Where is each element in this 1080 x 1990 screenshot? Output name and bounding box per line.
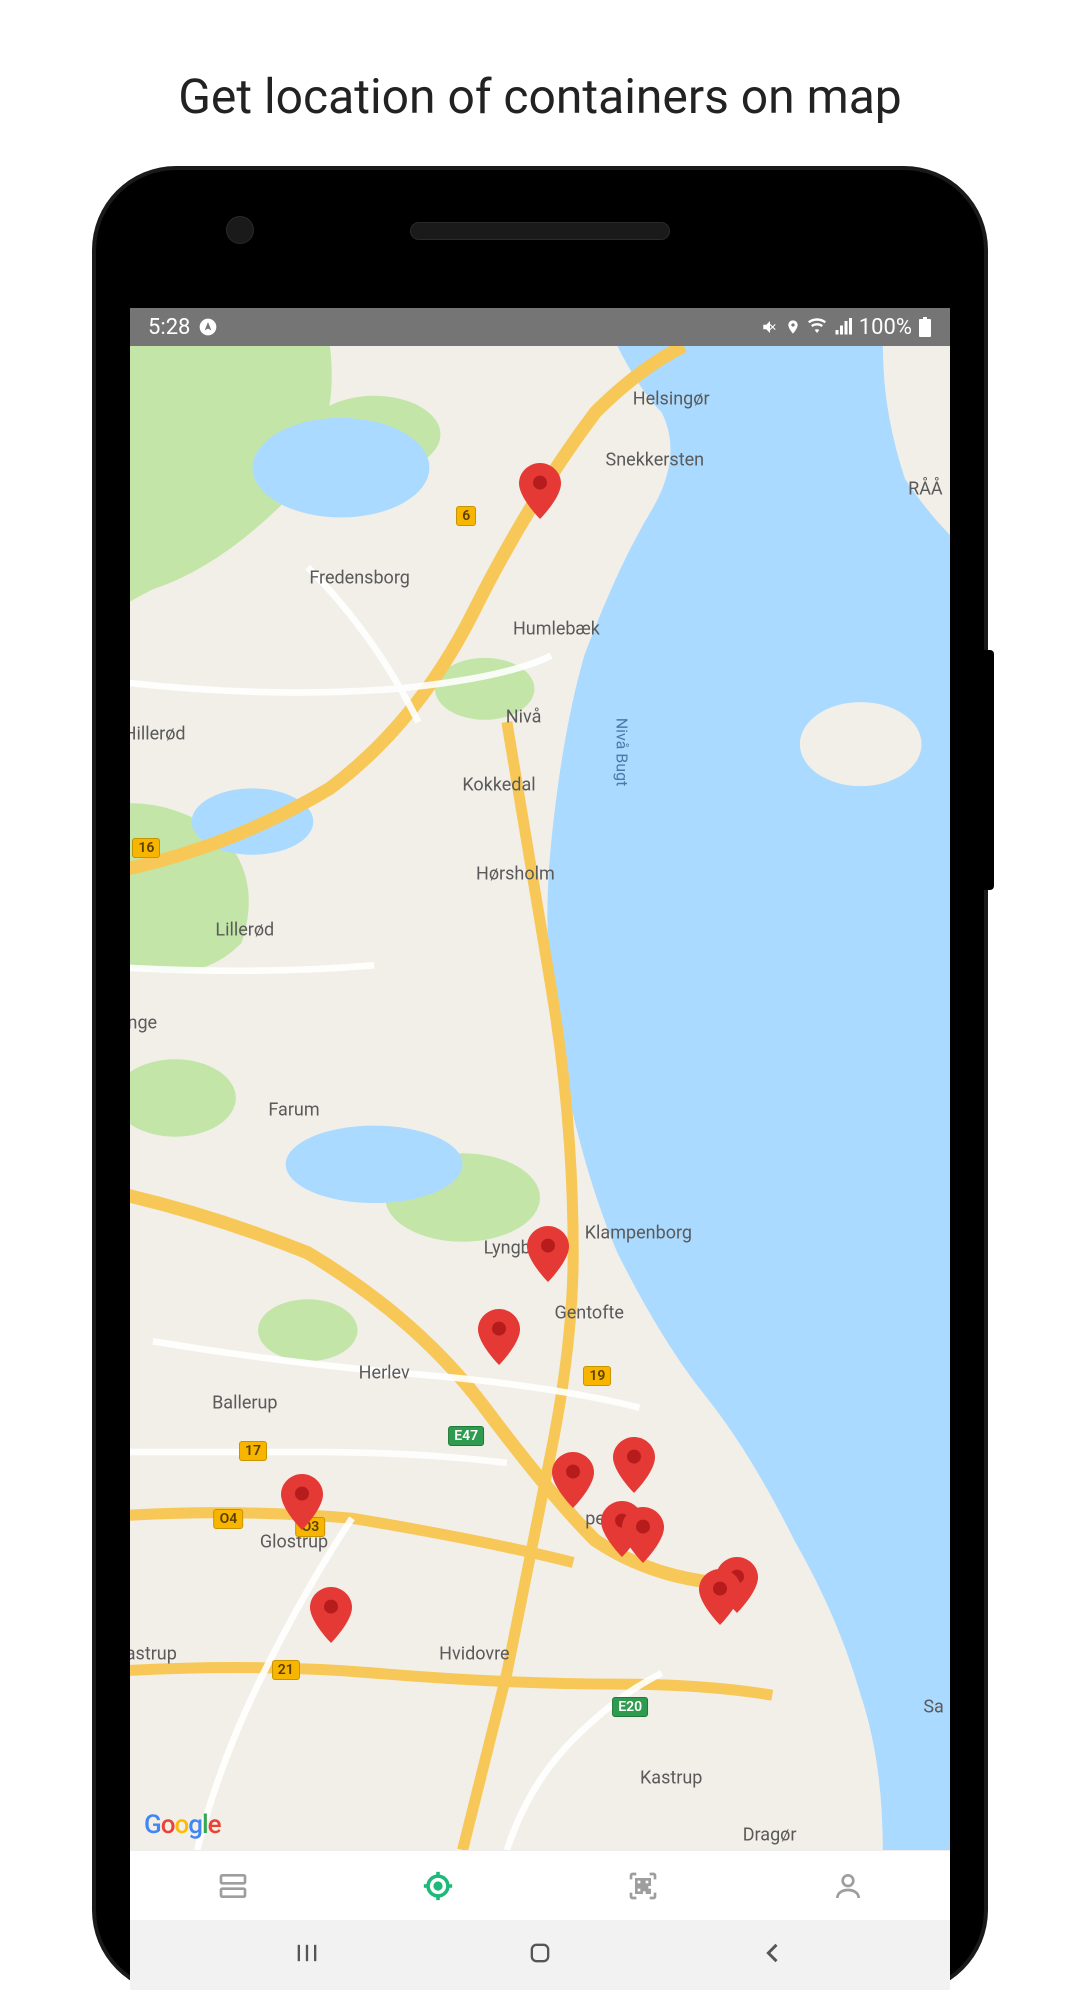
nav-list-button[interactable] (130, 1851, 335, 1920)
map-pin[interactable] (519, 463, 561, 523)
map-pin[interactable] (622, 1507, 664, 1567)
road-badge: 21 (272, 1660, 300, 1680)
map-view[interactable]: HelsingørSnekkerstenRÅÅFredensborgHumleb… (130, 346, 950, 1850)
map-pin[interactable] (478, 1309, 520, 1369)
phone-screen: 5:28 100% (130, 308, 950, 1990)
road-badge: 19 (583, 1366, 611, 1386)
system-back-button[interactable] (759, 1939, 787, 1971)
phone-side-button (984, 650, 994, 890)
google-attribution: Google (144, 1810, 221, 1840)
nav-scan-button[interactable] (540, 1851, 745, 1920)
map-pin[interactable] (699, 1569, 741, 1629)
location-status-icon (785, 319, 801, 335)
signal-icon (833, 318, 853, 336)
road-badge: E20 (612, 1697, 648, 1717)
map-pin[interactable] (552, 1452, 594, 1512)
map-base (130, 346, 950, 1850)
map-pin[interactable] (281, 1474, 323, 1534)
bottom-nav (130, 1850, 950, 1920)
notification-icon (198, 317, 218, 337)
wifi-icon (807, 318, 827, 336)
system-recents-button[interactable] (293, 1939, 321, 1971)
road-badge: 6 (456, 506, 476, 526)
map-pin[interactable] (613, 1437, 655, 1497)
road-badge: O4 (214, 1509, 244, 1529)
status-bar: 5:28 100% (130, 308, 950, 346)
phone-camera (226, 216, 254, 244)
battery-text: 100% (859, 315, 912, 340)
system-nav (130, 1920, 950, 1990)
battery-icon (918, 317, 932, 337)
page-title: Get location of containers on map (0, 0, 1080, 165)
nav-location-button[interactable] (335, 1851, 540, 1920)
road-badge: E47 (448, 1426, 484, 1446)
system-home-button[interactable] (526, 1939, 554, 1971)
phone-frame: 5:28 100% (96, 170, 984, 1990)
map-pin[interactable] (527, 1226, 569, 1286)
road-badge: 16 (132, 838, 160, 858)
status-time: 5:28 (148, 315, 190, 340)
nav-profile-button[interactable] (745, 1851, 950, 1920)
mute-icon (761, 318, 779, 336)
road-badge: 17 (239, 1441, 267, 1461)
map-pin[interactable] (310, 1587, 352, 1647)
phone-speaker (410, 222, 670, 240)
